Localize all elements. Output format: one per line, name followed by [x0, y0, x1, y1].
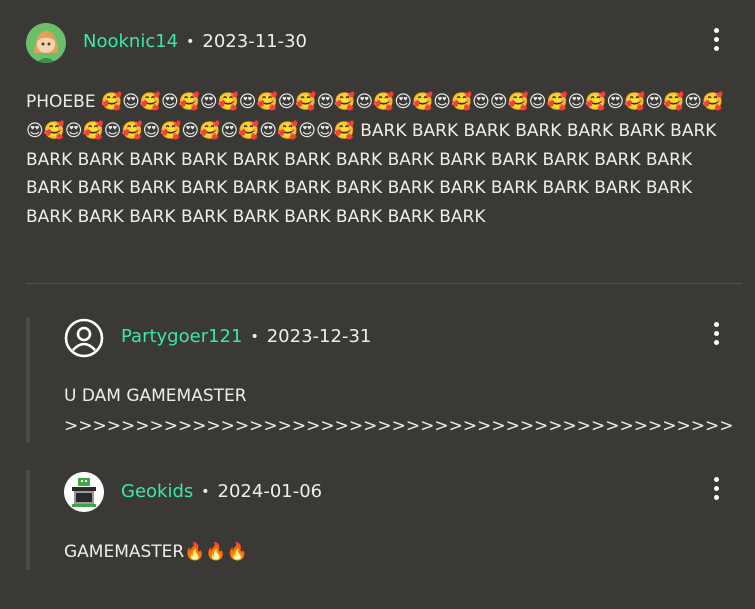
- anime-avatar-icon: [26, 23, 66, 63]
- comment-body-line: >>>>>>>>>>>>>>>>>>>>>>>>>>>>>>>>>>>>>>>>…: [64, 416, 734, 436]
- comment-body-line: U DAM GAMEMASTER: [64, 386, 247, 406]
- username[interactable]: Partygoer121: [121, 326, 242, 347]
- divider: [26, 283, 742, 284]
- user-avatar[interactable]: [64, 318, 104, 358]
- comment-meta: Geokids • 2024-01-06: [121, 481, 322, 502]
- username[interactable]: Nooknic14: [83, 31, 178, 52]
- comment-body: PHOEBE 🥰😍🥰😍🥰😍🥰😍🥰😍🥰😍🥰😍🥰😍🥰😍🥰😍😍🥰😍🥰😍🥰😍🥰😍🥰😍🥰😍…: [26, 92, 724, 228]
- reply: Geokids • 2024-01-06 GAMEMASTER🔥🔥🔥: [0, 455, 755, 585]
- comment-meta: Nooknic14 • 2023-11-30: [83, 31, 307, 52]
- comment-body: GAMEMASTER🔥🔥🔥: [64, 542, 248, 562]
- comment-date: 2023-12-31: [266, 326, 372, 347]
- more-vertical-icon[interactable]: [706, 476, 726, 502]
- separator-dot: •: [201, 483, 210, 500]
- separator-dot: •: [250, 328, 259, 345]
- more-vertical-icon[interactable]: [706, 321, 726, 347]
- comment: Nooknic14 • 2023-11-30 PHOEBE 🥰😍🥰😍🥰😍🥰😍🥰😍…: [0, 0, 755, 290]
- default-user-icon: [64, 318, 104, 358]
- user-avatar[interactable]: [64, 472, 104, 512]
- comment-date: 2023-11-30: [202, 31, 307, 52]
- user-avatar[interactable]: [26, 23, 66, 63]
- reply: Partygoer121 • 2023-12-31 U DAM GAMEMAST…: [0, 300, 755, 450]
- username[interactable]: Geokids: [121, 481, 193, 502]
- comment-date: 2024-01-06: [217, 481, 323, 502]
- comment-meta: Partygoer121 • 2023-12-31: [121, 326, 371, 347]
- more-vertical-icon[interactable]: [706, 27, 726, 53]
- separator-dot: •: [186, 33, 195, 50]
- pixel-robot-avatar-icon: [64, 472, 104, 512]
